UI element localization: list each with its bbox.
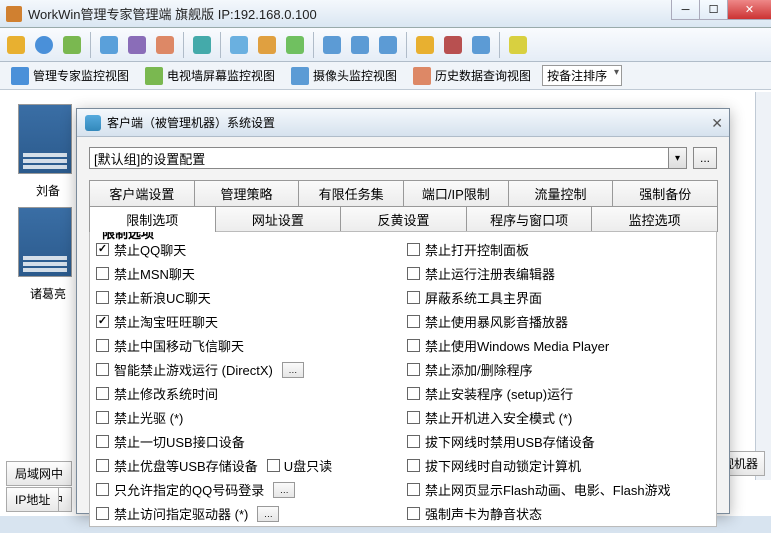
chk-drive-deny[interactable] <box>96 507 109 520</box>
camera-icon <box>291 67 309 85</box>
monitor-icon <box>11 67 29 85</box>
tool-icon-5[interactable] <box>125 33 149 57</box>
view-monitor-label: 管理专家监控视图 <box>33 67 129 84</box>
view-camera[interactable]: 摄像头监控视图 <box>286 64 402 88</box>
config-combo[interactable]: [默认组]的设置配置 ▾ <box>89 147 687 169</box>
tool-icon-17[interactable] <box>506 33 530 57</box>
sort-dropdown[interactable]: 按备注排序 <box>542 65 622 86</box>
view-camera-label: 摄像头监控视图 <box>313 67 397 84</box>
view-monitor[interactable]: 管理专家监控视图 <box>6 64 134 88</box>
tab-monitor-opts[interactable]: 监控选项 <box>591 206 718 232</box>
sort-value: 按备注排序 <box>547 69 607 83</box>
chk-baofeng[interactable] <box>407 315 420 328</box>
chk-systime[interactable] <box>96 387 109 400</box>
settings-dialog: 客户端（被管理机器）系统设置 ✕ [默认组]的设置配置 ▾ ... 客户端设置 … <box>76 108 730 514</box>
view-tvwall-label: 电视墙屏幕监控视图 <box>167 67 275 84</box>
chk-addremove[interactable] <box>407 363 420 376</box>
chk-sinauc[interactable] <box>96 291 109 304</box>
tool-icon-11[interactable] <box>320 33 344 57</box>
chk-wangwang[interactable] <box>96 315 109 328</box>
qq-whitelist-button[interactable]: … <box>273 482 295 498</box>
tab-tasks[interactable]: 有限任务集 <box>298 180 404 206</box>
view-history-label: 历史数据查询视图 <box>435 67 531 84</box>
tool-icon-9[interactable] <box>255 33 279 57</box>
tool-icon-7[interactable] <box>190 33 214 57</box>
config-combo-value: [默认组]的设置配置 <box>94 149 205 168</box>
tool-icon-4[interactable] <box>97 33 121 57</box>
tab-url[interactable]: 网址设置 <box>215 206 342 232</box>
chk-qq-whitelist[interactable] <box>96 483 109 496</box>
chk-usb-storage[interactable] <box>96 459 109 472</box>
chk-wmp[interactable] <box>407 339 420 352</box>
chk-ctrlpanel[interactable] <box>407 243 420 256</box>
tool-icon-15[interactable] <box>441 33 465 57</box>
chk-directx[interactable] <box>96 363 109 376</box>
chk-msn[interactable] <box>96 267 109 280</box>
window-title: WorkWin管理专家管理端 旗舰版 IP:192.168.0.100 <box>28 4 317 23</box>
chk-mute[interactable] <box>407 507 420 520</box>
restriction-groupbox: 限制选项 禁止QQ聊天 禁止MSN聊天 禁止新浪UC聊天 禁止淘宝旺旺聊天 禁止… <box>89 231 717 527</box>
chk-setup[interactable] <box>407 387 420 400</box>
tool-icon-6[interactable] <box>153 33 177 57</box>
tool-icon-2[interactable] <box>32 33 56 57</box>
bottom-ip-button[interactable]: IP地址 <box>6 487 59 512</box>
chk-flash[interactable] <box>407 483 420 496</box>
drive-deny-button[interactable]: … <box>257 506 279 522</box>
tab-backup[interactable]: 强制备份 <box>612 180 718 206</box>
tab-policy[interactable]: 管理策略 <box>194 180 300 206</box>
tool-icon-8[interactable] <box>227 33 251 57</box>
close-button[interactable]: ✕ <box>727 0 771 20</box>
directx-more-button[interactable]: … <box>282 362 304 378</box>
bottom-lan-button2[interactable]: 局域网中 <box>6 461 72 486</box>
client-thumb-2[interactable] <box>18 207 72 277</box>
chk-usb-all[interactable] <box>96 435 109 448</box>
tool-icon-3[interactable] <box>60 33 84 57</box>
chk-qq[interactable] <box>96 243 109 256</box>
dialog-title: 客户端（被管理机器）系统设置 <box>107 114 275 131</box>
right-column: 禁止打开控制面板 禁止运行注册表编辑器 屏蔽系统工具主界面 禁止使用暴风影音播放… <box>407 240 710 523</box>
tab-traffic[interactable]: 流量控制 <box>508 180 614 206</box>
maximize-button[interactable]: ☐ <box>699 0 727 20</box>
tool-icon-10[interactable] <box>283 33 307 57</box>
tab-client-settings[interactable]: 客户端设置 <box>89 180 195 206</box>
chk-offline-usb[interactable] <box>407 435 420 448</box>
minimize-button[interactable]: ─ <box>671 0 699 20</box>
chk-cdrom[interactable] <box>96 411 109 424</box>
main-toolbar <box>0 28 771 62</box>
tab-program-window[interactable]: 程序与窗口项 <box>466 206 593 232</box>
tab-restriction[interactable]: 限制选项 <box>89 206 216 232</box>
chk-systools[interactable] <box>407 291 420 304</box>
client-thumb-1[interactable] <box>18 104 72 174</box>
chk-fetion[interactable] <box>96 339 109 352</box>
chk-offline-lock[interactable] <box>407 459 420 472</box>
history-icon <box>413 67 431 85</box>
tool-icon-14[interactable] <box>413 33 437 57</box>
tool-icon-16[interactable] <box>469 33 493 57</box>
tvwall-icon <box>145 67 163 85</box>
view-tvwall[interactable]: 电视墙屏幕监控视图 <box>140 64 280 88</box>
chk-safemode[interactable] <box>407 411 420 424</box>
chk-regedit[interactable] <box>407 267 420 280</box>
dialog-icon <box>85 115 101 131</box>
app-icon <box>6 6 22 22</box>
chevron-down-icon: ▾ <box>668 148 686 168</box>
tool-icon-1[interactable] <box>4 33 28 57</box>
dialog-close-icon[interactable]: ✕ <box>711 115 723 132</box>
chk-usb-readonly[interactable] <box>267 459 280 472</box>
tool-icon-13[interactable] <box>376 33 400 57</box>
tool-icon-12[interactable] <box>348 33 372 57</box>
client-label-2: 诸葛亮 <box>18 283 78 310</box>
vertical-scrollbar[interactable] <box>755 92 771 480</box>
left-column: 禁止QQ聊天 禁止MSN聊天 禁止新浪UC聊天 禁止淘宝旺旺聊天 禁止中国移动飞… <box>96 240 399 523</box>
view-history[interactable]: 历史数据查询视图 <box>408 64 536 88</box>
config-browse-button[interactable]: ... <box>693 147 717 169</box>
dialog-titlebar: 客户端（被管理机器）系统设置 ✕ <box>77 109 729 137</box>
outer-window-titlebar: WorkWin管理专家管理端 旗舰版 IP:192.168.0.100 ─ ☐ … <box>0 0 771 28</box>
tab-port-ip[interactable]: 端口/IP限制 <box>403 180 509 206</box>
client-label-1: 刘备 <box>18 180 78 207</box>
view-toolbar: 管理专家监控视图 电视墙屏幕监控视图 摄像头监控视图 历史数据查询视图 按备注排… <box>0 62 771 90</box>
tab-antiporn[interactable]: 反黄设置 <box>340 206 467 232</box>
